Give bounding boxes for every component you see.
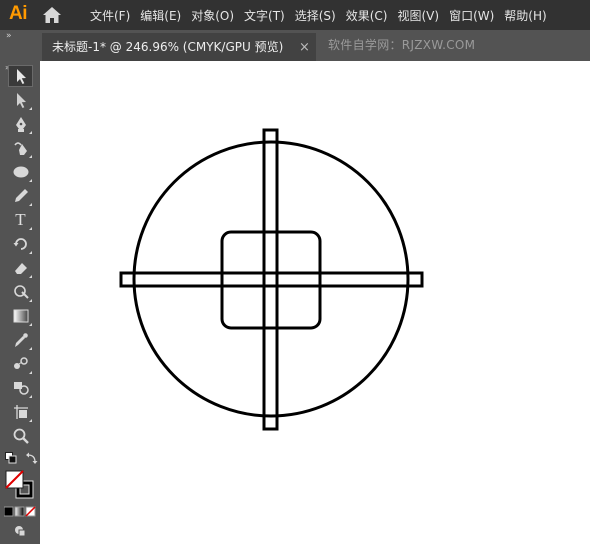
artboard-icon xyxy=(13,405,28,419)
menu-items: 文件(F) 编辑(E) 对象(O) 文字(T) 选择(S) 效果(C) 视图(V… xyxy=(90,0,547,30)
eyedropper-icon xyxy=(14,333,28,347)
eraser-icon xyxy=(14,263,27,274)
pencil-icon xyxy=(14,189,28,202)
pen-tool[interactable] xyxy=(8,113,33,135)
menu-file[interactable]: 文件(F) xyxy=(90,7,130,24)
menu-view[interactable]: 视图(V) xyxy=(397,7,439,24)
menu-effect[interactable]: 效果(C) xyxy=(346,7,388,24)
pen-icon xyxy=(15,117,26,132)
tab-document[interactable]: 未标题-1* @ 246.96% (CMYK/GPU 预览) xyxy=(42,33,316,61)
menu-type[interactable]: 文字(T) xyxy=(244,7,285,24)
direct-selection-tool[interactable] xyxy=(8,89,33,111)
blend-tool[interactable] xyxy=(8,353,33,375)
swap-colors-icon[interactable] xyxy=(26,452,38,464)
artboard-tool[interactable] xyxy=(8,401,33,423)
fill-stroke-swatch[interactable] xyxy=(5,470,35,500)
artwork[interactable] xyxy=(40,61,590,544)
panel-collapse-icon[interactable]: » xyxy=(6,31,11,41)
zoom-icon xyxy=(13,428,29,444)
menu-window[interactable]: 窗口(W) xyxy=(449,7,494,24)
type-icon: T xyxy=(15,210,26,229)
white-arrow-icon xyxy=(16,93,26,108)
default-colors-icon[interactable] xyxy=(5,452,17,464)
rounded-square-shape[interactable] xyxy=(220,230,322,330)
menu-select[interactable]: 选择(S) xyxy=(295,7,336,24)
menu-help[interactable]: 帮助(H) xyxy=(504,7,546,24)
rotate-icon xyxy=(13,238,27,250)
pencil-tool[interactable] xyxy=(8,185,33,207)
curvature-pen-icon xyxy=(13,142,27,155)
menu-object[interactable]: 对象(O) xyxy=(191,7,234,24)
menu-bar: Ai 文件(F) 编辑(E) 对象(O) 文字(T) 选择(S) 效果(C) 视… xyxy=(0,0,590,30)
ellipse-icon xyxy=(13,166,28,178)
document-tab-strip: » 未标题-1* @ 246.96% (CMYK/GPU 预览) xyxy=(0,30,590,61)
curvature-tool[interactable] xyxy=(8,137,33,159)
color-mode-buttons[interactable] xyxy=(4,506,36,517)
zoom-tool[interactable] xyxy=(8,425,33,447)
vertical-bar-shape[interactable] xyxy=(262,128,279,431)
tools-panel: » T xyxy=(0,61,40,544)
black-arrow-icon xyxy=(16,69,26,84)
app-logo: Ai xyxy=(9,3,28,24)
gradient-tool[interactable] xyxy=(8,305,33,327)
shape-builder-icon xyxy=(13,382,29,395)
shape-builder-tool[interactable] xyxy=(8,377,33,399)
home-icon[interactable] xyxy=(42,6,62,24)
menu-edit[interactable]: 编辑(E) xyxy=(140,7,181,24)
eraser-tool[interactable] xyxy=(8,257,33,279)
screen-mode-icon[interactable] xyxy=(14,525,26,537)
circle-shape[interactable] xyxy=(132,140,410,418)
artboard-canvas[interactable] xyxy=(40,61,590,544)
rotate-tool[interactable] xyxy=(8,233,33,255)
selection-tool[interactable] xyxy=(8,65,33,87)
watermark-text: 软件自学网：RJZXW.COM xyxy=(328,38,476,52)
horizontal-bar-shape[interactable] xyxy=(119,271,424,288)
eyedropper-tool[interactable] xyxy=(8,329,33,351)
blend-icon xyxy=(13,357,28,369)
ellipse-tool[interactable] xyxy=(8,161,33,183)
puppet-warp-icon xyxy=(13,285,29,299)
tab-close-icon[interactable]: × xyxy=(299,40,310,55)
gradient-icon xyxy=(13,309,28,323)
puppet-warp-tool[interactable] xyxy=(8,281,33,303)
type-tool[interactable]: T xyxy=(8,209,33,231)
